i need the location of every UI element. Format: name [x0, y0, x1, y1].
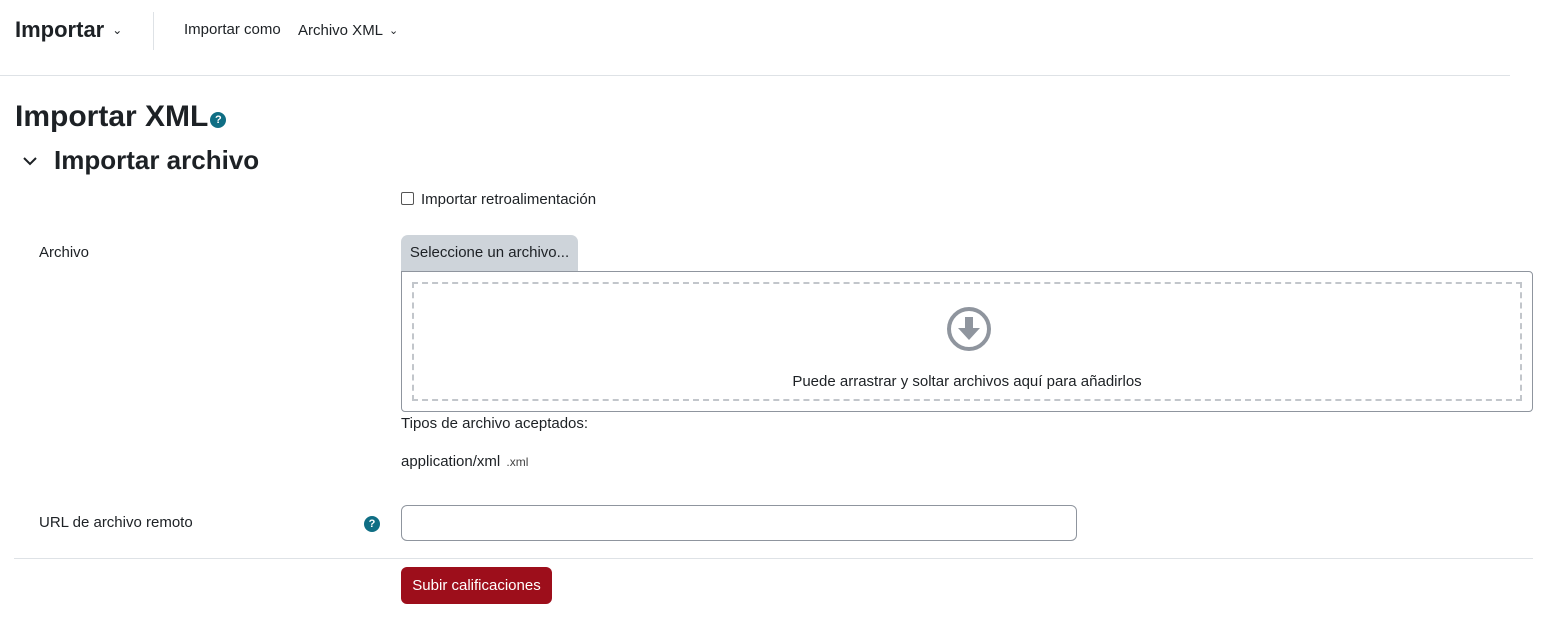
accepted-type: application/xml .xml — [401, 453, 528, 470]
arrow-circle-down-icon — [947, 307, 991, 351]
import-format-value: Archivo XML — [298, 22, 384, 39]
topbar-separator — [153, 12, 154, 50]
choose-file-button[interactable]: Seleccione un archivo... — [401, 235, 578, 271]
page-title: Importar XML? — [15, 100, 227, 134]
section-title: Importar archivo — [54, 145, 260, 175]
submit-button[interactable]: Subir calificaciones — [401, 567, 552, 604]
dropzone-text: Puede arrastrar y soltar archivos aquí p… — [792, 373, 1142, 390]
accepted-mime: application/xml — [401, 453, 501, 470]
remote-url-input[interactable] — [401, 505, 1077, 541]
accepted-types-label: Tipos de archivo aceptados: — [401, 415, 589, 432]
import-menu-title: Importar — [15, 17, 105, 42]
file-label: Archivo — [39, 244, 90, 261]
import-menu-dropdown[interactable]: Importar ⌄ — [15, 17, 122, 43]
feedback-checkbox[interactable] — [401, 191, 414, 205]
feedback-checkbox-row: Importar retroalimentación — [401, 191, 596, 208]
section-toggle-import-file[interactable]: Importar archivo — [22, 145, 259, 176]
chevron-down-icon — [22, 153, 42, 171]
feedback-checkbox-label[interactable]: Importar retroalimentación — [421, 191, 596, 208]
help-icon[interactable]: ? — [364, 516, 380, 532]
dropzone[interactable]: Puede arrastrar y soltar archivos aquí p… — [412, 282, 1522, 401]
chevron-down-icon: ⌄ — [112, 23, 123, 37]
accepted-ext: .xml — [506, 455, 529, 469]
file-drop-area[interactable]: Puede arrastrar y soltar archivos aquí p… — [401, 271, 1533, 412]
top-bar: Importar ⌄ Importar como Archivo XML ⌄ — [0, 0, 1510, 76]
import-as-label: Importar como — [184, 21, 281, 38]
page-title-text: Importar XML — [15, 100, 209, 133]
import-format-select[interactable]: Archivo XML ⌄ — [298, 22, 398, 39]
chevron-down-icon: ⌄ — [389, 25, 399, 37]
remote-url-label: URL de archivo remoto — [39, 514, 193, 531]
form-divider — [14, 558, 1533, 559]
help-icon[interactable]: ? — [210, 112, 227, 129]
